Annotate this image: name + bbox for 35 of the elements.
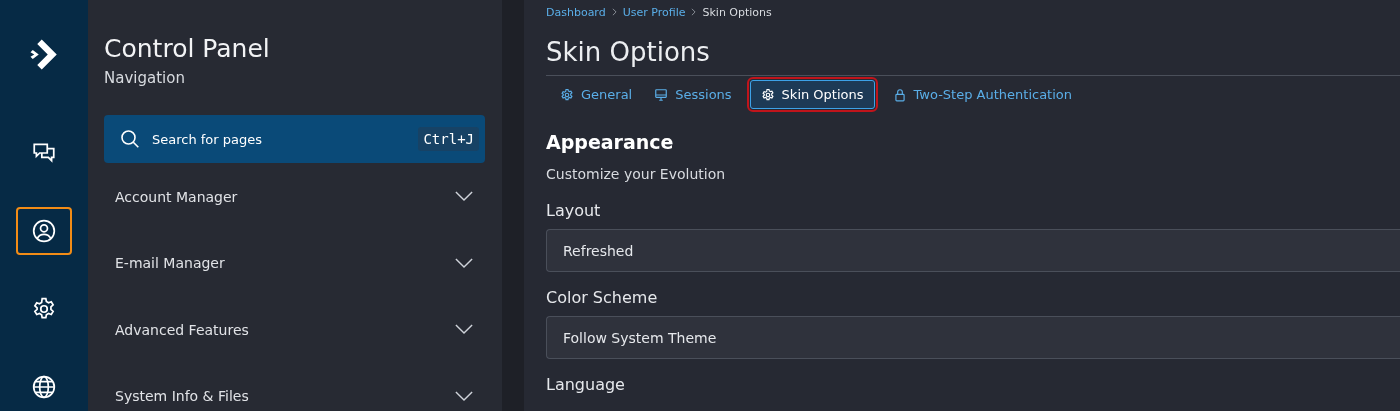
nav-item-label: E-mail Manager xyxy=(115,255,225,272)
section-description: Customize your Evolution xyxy=(546,166,727,182)
navigation-heading: Navigation xyxy=(104,69,186,87)
tab[interactable]: Two-Step Authentication xyxy=(888,81,1077,108)
select-field[interactable]: Refreshed xyxy=(546,229,1400,272)
nav-item[interactable]: Account Manager xyxy=(104,164,485,230)
shortcut-hint: Ctrl+J xyxy=(418,127,479,151)
nav-item[interactable]: Advanced Features xyxy=(104,297,485,363)
breadcrumb-current: Skin Options xyxy=(702,5,772,19)
breadcrumb-link[interactable]: Dashboard xyxy=(546,5,606,19)
field-label: Language xyxy=(546,375,626,393)
gear-icon xyxy=(560,87,574,102)
breadcrumb-link[interactable]: User Profile xyxy=(622,5,686,19)
user-icon[interactable] xyxy=(16,207,72,255)
field-label: Layout xyxy=(546,201,602,219)
nav-item-label: Account Manager xyxy=(115,188,238,205)
section-title: Appearance xyxy=(546,131,675,153)
tab[interactable]: Skin Options xyxy=(749,80,875,109)
nav-item[interactable]: System Info & Files xyxy=(104,363,485,411)
select-field[interactable]: Follow System Theme xyxy=(546,316,1400,359)
search-field[interactable]: Search for pages xyxy=(150,130,409,148)
monitor-icon xyxy=(654,87,669,102)
nav-item-label: System Info & Files xyxy=(115,388,249,405)
chevron-icon xyxy=(611,8,617,16)
panel-title: Control Panel xyxy=(104,34,271,63)
tab[interactable]: Sessions xyxy=(650,81,736,108)
lock-icon xyxy=(892,87,907,102)
page-title: Skin Options xyxy=(546,37,711,67)
search-icon xyxy=(120,129,140,149)
gear-icon xyxy=(760,87,775,102)
chevron-icon xyxy=(691,8,697,16)
tab[interactable]: General xyxy=(556,81,637,108)
nav-item[interactable]: E-mail Manager xyxy=(104,230,485,296)
nav-item-label: Advanced Features xyxy=(115,321,249,338)
field-label: Color Scheme xyxy=(546,288,659,306)
